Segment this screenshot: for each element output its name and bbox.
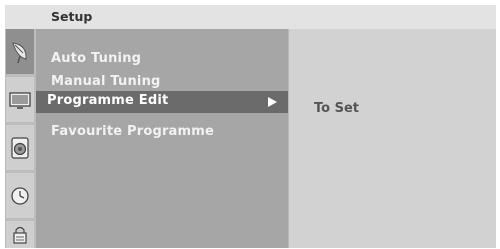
menu-item-manual-tuning[interactable]: Manual Tuning xyxy=(51,74,161,89)
submenu-panel: To Set xyxy=(289,29,496,248)
menu-item-auto-tuning[interactable]: Auto Tuning xyxy=(51,51,141,66)
sidebar-item-setup[interactable] xyxy=(6,29,34,74)
category-icon-column xyxy=(5,29,36,248)
tv-picture-icon xyxy=(9,91,31,109)
sidebar-item-option[interactable] xyxy=(6,221,34,248)
arrow-right-icon xyxy=(268,97,277,107)
menu-item-label: Programme Edit xyxy=(47,93,169,108)
speaker-audio-icon xyxy=(11,136,29,159)
lock-option-icon xyxy=(13,226,27,244)
sidebar-item-picture[interactable] xyxy=(6,77,34,122)
page-title: Setup xyxy=(51,9,93,24)
title-bar: Setup xyxy=(5,5,496,29)
sidebar-item-time[interactable] xyxy=(6,173,34,218)
menu-item-favourite-programme[interactable]: Favourite Programme xyxy=(51,124,214,139)
satellite-icon xyxy=(12,41,27,63)
tv-osd-window: Setup Auto Tuning Manual Tuning Programm… xyxy=(5,5,496,248)
clock-time-icon xyxy=(11,186,29,205)
submenu-item-to-set[interactable]: To Set xyxy=(314,101,359,116)
sidebar-item-audio[interactable] xyxy=(6,125,34,170)
setup-menu: Auto Tuning Manual Tuning Programme Edit… xyxy=(36,29,288,248)
menu-item-programme-edit[interactable]: Programme Edit xyxy=(36,91,288,113)
